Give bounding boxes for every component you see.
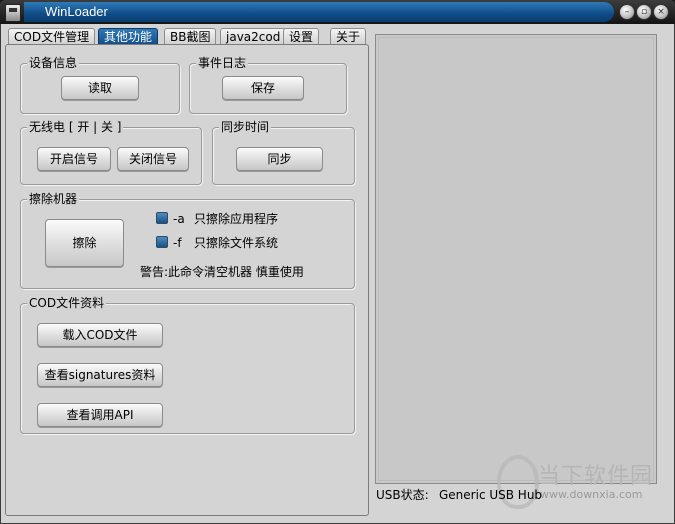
usb-status-label: USB状态: [376,488,429,502]
wipe-filesystem-checkbox[interactable] [156,236,168,248]
tab-bb-screenshot[interactable]: BB截图 [164,28,217,45]
read-button[interactable]: 读取 [61,76,139,100]
radio-title: 无线电 [ 开 | 关 ] [27,120,124,134]
title-bar-band [24,2,614,22]
wipe-apps-checkbox[interactable] [156,212,168,224]
event-log-group: 事件日志 保存 [189,56,347,114]
sync-time-title: 同步时间 [219,120,272,134]
wipe-filesystem-flag: -f [173,236,182,250]
load-cod-button[interactable]: 载入COD文件 [37,323,163,347]
view-api-button[interactable]: 查看调用API [37,403,163,427]
watermark-text: 当下软件园 [538,464,654,489]
tab-about[interactable]: 关于 [330,28,367,45]
wipe-button[interactable]: 擦除 [45,219,124,267]
wipe-title: 擦除机器 [27,192,80,206]
radio-group: 无线电 [ 开 | 关 ] 开启信号 关闭信号 [20,120,202,185]
window-title: WinLoader [45,4,108,19]
sync-time-group: 同步时间 同步 [212,120,355,185]
event-log-title: 事件日志 [196,56,249,70]
wipe-apps-label[interactable]: 只擦除应用程序 [194,212,278,226]
app-window: WinLoader – ▫ × COD文件管理 其他功能 BB截图 java2c… [0,0,675,524]
watermark-url: www.downxia.com [540,488,643,501]
tab-settings[interactable]: 设置 [283,28,320,45]
usb-status-value: Generic USB Hub [439,488,543,502]
restore-icon[interactable]: ▫ [636,4,652,20]
wipe-warning: 警告:此命令清空机器 慎重使用 [140,265,304,279]
sync-button[interactable]: 同步 [236,147,323,171]
tab-panel: 设备信息 读取 事件日志 保存 无线电 [ 开 | 关 ] 开启信号 关闭信号 … [5,44,369,516]
device-info-title: 设备信息 [27,56,80,70]
log-output-area[interactable] [375,34,657,484]
minimize-icon[interactable]: – [619,4,635,20]
cod-info-group: COD文件资料 载入COD文件 查看signatures资料 查看调用API [20,296,355,434]
wipe-group: 擦除机器 擦除 -a 只擦除应用程序 -f 只擦除文件系统 警告:此命令清空机器… [20,192,355,289]
device-info-group: 设备信息 读取 [20,56,180,114]
radio-off-button[interactable]: 关闭信号 [117,147,189,171]
app-icon[interactable] [5,4,21,22]
title-bar[interactable]: WinLoader – ▫ × [0,0,675,24]
view-signatures-button[interactable]: 查看signatures资料 [37,363,163,387]
save-button[interactable]: 保存 [222,76,304,100]
tab-other-functions[interactable]: 其他功能 [98,28,159,45]
close-icon[interactable]: × [653,4,669,20]
cod-info-title: COD文件资料 [27,296,107,310]
wipe-filesystem-label[interactable]: 只擦除文件系统 [194,236,278,250]
radio-on-button[interactable]: 开启信号 [37,147,111,171]
log-output-inner [378,37,654,481]
tab-java2cod[interactable]: java2cod [220,28,287,45]
wipe-apps-flag: -a [173,212,185,226]
tab-cod-file-manager[interactable]: COD文件管理 [8,28,96,45]
